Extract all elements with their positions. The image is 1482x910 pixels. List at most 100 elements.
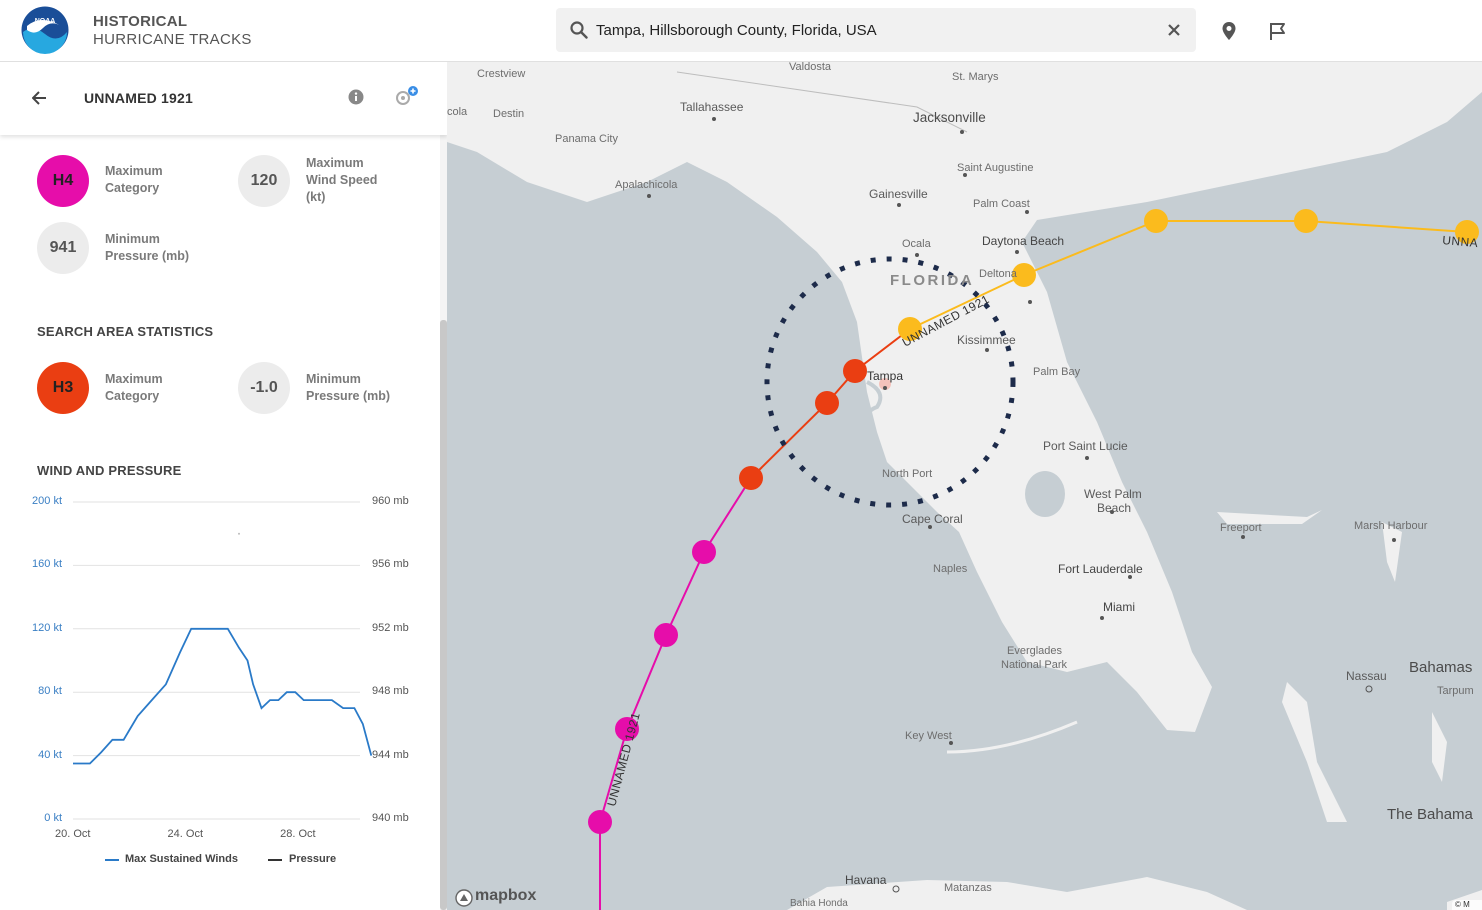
- map-label-destin: Destin: [493, 108, 525, 120]
- x-tick: 28. Oct: [280, 828, 316, 840]
- map-label-saint-augustine: Saint Augustine: [957, 162, 1034, 174]
- map-label-miami: Miami: [1103, 600, 1135, 614]
- x-tick: 20. Oct: [55, 828, 91, 840]
- map-label-west-palm-beach: West Palm: [1084, 487, 1142, 501]
- map-view[interactable]: UNNAMED 1921 UNNAMED 1921 UNNA Crestview…: [447, 62, 1482, 910]
- map-label-key-west: Key West: [905, 730, 952, 742]
- map-label-west-palm-beach-2: Beach: [1097, 501, 1132, 515]
- eleuthera: [1432, 712, 1447, 782]
- map-label-the-bahamas: The Bahama: [1387, 806, 1473, 823]
- back-arrow-icon[interactable]: [32, 91, 48, 105]
- search-bar[interactable]: [556, 8, 1196, 52]
- map-label-freeport: Freeport: [1220, 522, 1262, 534]
- info-icon[interactable]: [348, 89, 364, 105]
- max-category-badge: H4: [37, 155, 89, 207]
- map-label-tallahassee: Tallahassee: [680, 100, 744, 114]
- map-label-deltona: Deltona: [979, 268, 1017, 280]
- legend-winds[interactable]: Max Sustained Winds: [125, 853, 238, 865]
- map-label-everglades: Everglades: [1007, 645, 1063, 657]
- map-label-tampa: Tampa: [867, 369, 904, 383]
- y-left-tick: 40 kt: [38, 748, 62, 761]
- map-base: UNNAMED 1921 UNNAMED 1921 UNNA: [447, 62, 1482, 910]
- location-pin-icon[interactable]: [1218, 20, 1240, 42]
- area-max-category-label: Maximum Category: [105, 372, 163, 403]
- map-label-st-marys: St. Marys: [952, 71, 999, 83]
- track-point-ts[interactable]: [1144, 209, 1168, 233]
- map-attribution[interactable]: © M: [1452, 900, 1482, 910]
- map-label-nassau: Nassau: [1346, 669, 1387, 683]
- track-point-h3[interactable]: [843, 359, 867, 383]
- track-point-ts[interactable]: [1294, 209, 1318, 233]
- add-storm-icon[interactable]: [395, 86, 419, 108]
- map-label-marsh-harbour: Marsh Harbour: [1354, 520, 1428, 532]
- app-title-line2: HURRICANE TRACKS: [93, 31, 252, 48]
- panel-scrollbar-thumb[interactable]: [440, 320, 447, 910]
- y-left-tick: 120 kt: [32, 621, 62, 634]
- map-label-cola: cola: [447, 106, 468, 118]
- search-area-title: SEARCH AREA STATISTICS: [37, 324, 214, 339]
- y-left-tick: 80 kt: [38, 685, 62, 698]
- wind-pressure-chart: 200 kt 960 mb 160 kt 956 mb 120 kt 952 mb 80 k…: [0, 490, 440, 890]
- map-label-bahamas: Bahamas: [1409, 659, 1473, 676]
- y-left-tick: 160 kt: [32, 558, 62, 571]
- track-point-h3[interactable]: [815, 391, 839, 415]
- map-label-gainesville: Gainesville: [869, 187, 928, 201]
- max-wind-label: Maximum Wind Speed (kt): [306, 156, 378, 204]
- map-label-tarpum: Tarpum: [1437, 685, 1474, 697]
- area-min-pressure-badge: -1.0: [238, 362, 290, 414]
- map-label-north-port: North Port: [882, 468, 933, 480]
- track-point-h3[interactable]: [739, 466, 763, 490]
- map-label-palm-coast: Palm Coast: [973, 198, 1030, 210]
- map-label-ocala: Ocala: [902, 238, 931, 250]
- legend-pressure[interactable]: Pressure: [289, 853, 336, 865]
- map-label-fort-lauderdale: Fort Lauderdale: [1058, 562, 1143, 576]
- logo-text: NOAA: [35, 18, 56, 25]
- map-label-havana: Havana: [845, 873, 887, 887]
- series-line-winds[interactable]: [73, 627, 373, 765]
- area-min-pressure-label: Minimum Pressure (mb): [306, 372, 391, 403]
- close-icon[interactable]: [1166, 22, 1182, 38]
- flag-icon[interactable]: [1267, 20, 1289, 42]
- y-right-tick: 948 mb: [372, 685, 409, 698]
- map-label-valdosta: Valdosta: [789, 62, 831, 73]
- track-point-h4[interactable]: [692, 540, 716, 564]
- map-label-apalachicola: Apalachicola: [615, 179, 678, 191]
- search-input[interactable]: [596, 8, 1156, 52]
- area-max-category-badge: H3: [37, 362, 89, 414]
- andros: [1282, 682, 1347, 822]
- x-tick: 24. Oct: [167, 828, 204, 840]
- map-label-palm-bay: Palm Bay: [1033, 366, 1081, 378]
- map-label-naples: Naples: [933, 563, 968, 575]
- min-pressure-label: Minimum Pressure (mb): [105, 232, 190, 263]
- max-wind-badge: 120: [238, 155, 290, 207]
- app-header: NOAA HISTORICAL HURRICANE TRACKS: [0, 0, 1482, 62]
- panel-header: UNNAMED 1921: [0, 62, 447, 135]
- legend-pressure-swatch[interactable]: [268, 859, 282, 861]
- min-pressure-badge: 941: [37, 222, 89, 274]
- y-right-tick: 960 mb: [372, 495, 409, 507]
- map-label-cape-coral: Cape Coral: [902, 512, 963, 526]
- florida-keys: [946, 720, 1078, 754]
- track-point-h4[interactable]: [588, 810, 612, 834]
- lake-okeechobee: [1025, 471, 1065, 517]
- mapbox-icon: [455, 889, 473, 907]
- map-label-kissimmee: Kissimmee: [957, 333, 1016, 347]
- series-point-pressure[interactable]: [238, 532, 240, 535]
- map-label-florida: FLORIDA: [890, 272, 975, 289]
- y-right-tick: 940 mb: [372, 812, 409, 824]
- legend-winds-swatch[interactable]: [105, 859, 119, 861]
- map-label-national-park: National Park: [1001, 659, 1068, 671]
- map-label-crestview: Crestview: [477, 68, 526, 80]
- y-left-tick: 0 kt: [44, 812, 62, 824]
- track-point-h4[interactable]: [654, 623, 678, 647]
- map-label-daytona-beach: Daytona Beach: [982, 234, 1065, 248]
- copyright-text: © M: [1455, 900, 1470, 909]
- y-right-tick: 952 mb: [372, 621, 409, 634]
- map-label-bahia-honda: Bahia Honda: [790, 898, 848, 909]
- noaa-logo[interactable]: NOAA: [21, 6, 69, 54]
- track-label-cut: UNNA: [1442, 233, 1479, 250]
- y-right-tick: 956 mb: [372, 558, 409, 571]
- y-left-tick: 200 kt: [32, 495, 62, 507]
- map-label-port-saint-lucie: Port Saint Lucie: [1043, 439, 1128, 453]
- app-title-line1: HISTORICAL: [93, 13, 188, 30]
